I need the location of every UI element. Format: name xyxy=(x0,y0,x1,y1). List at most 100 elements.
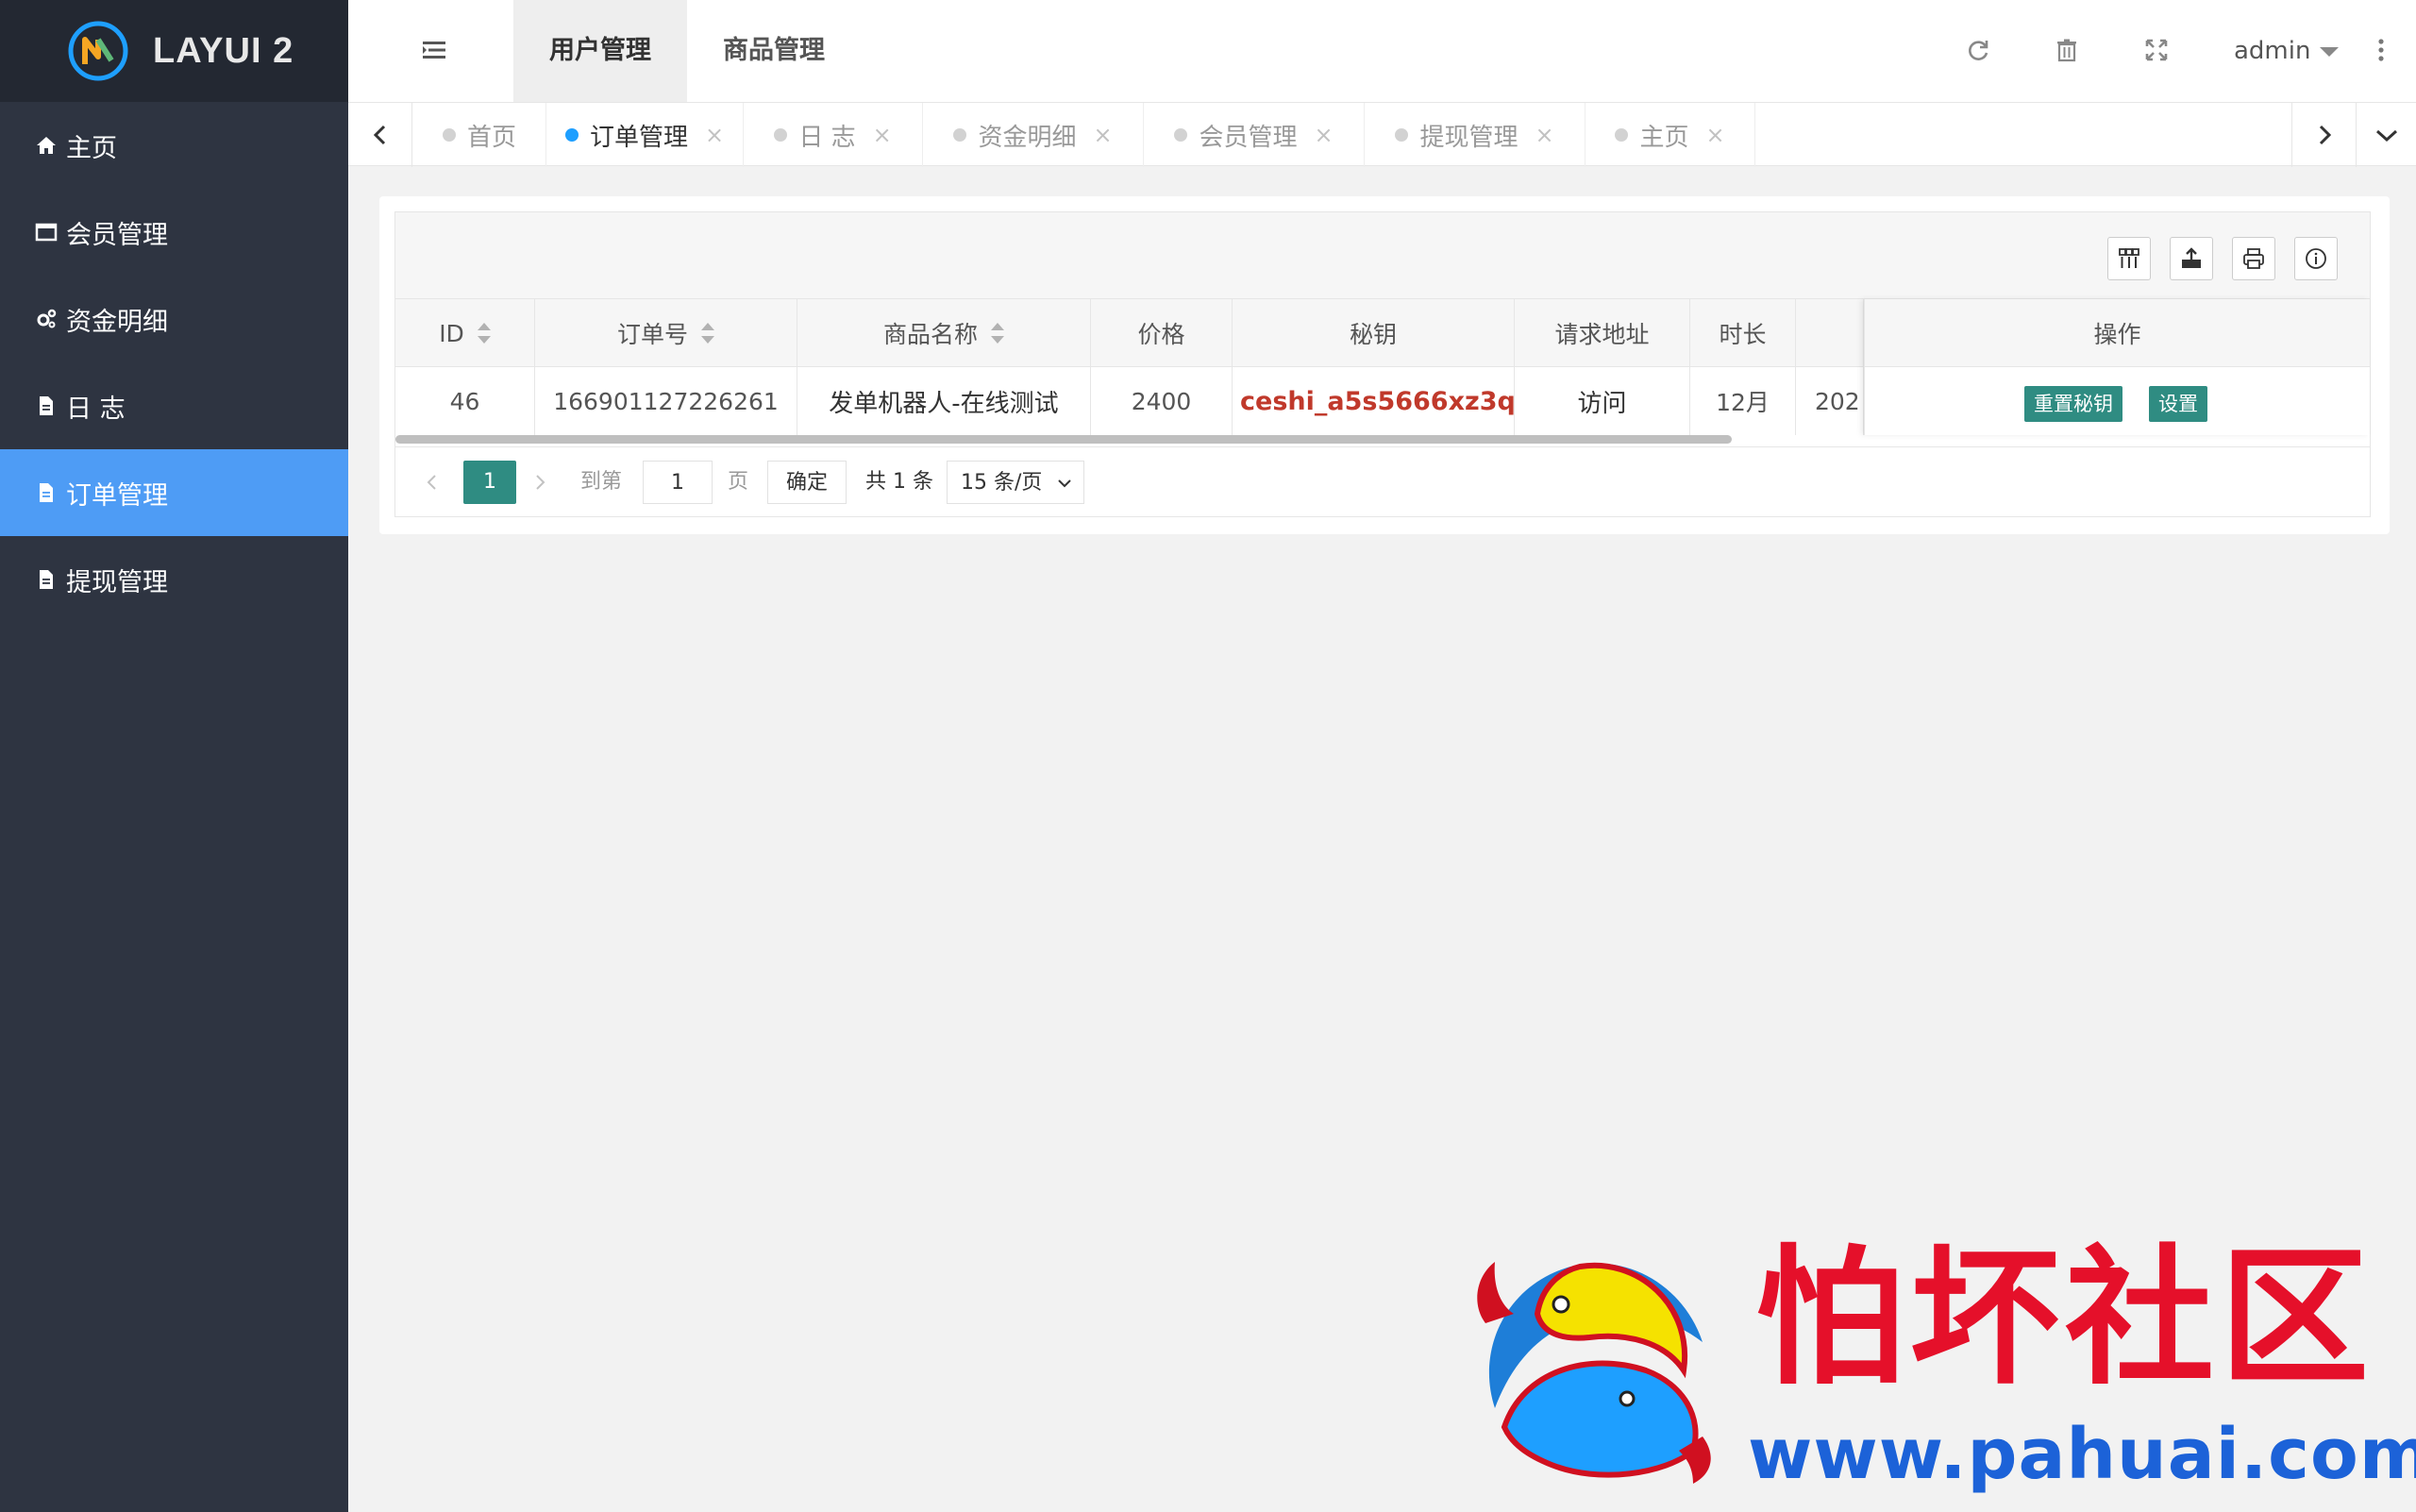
menu-toggle-icon[interactable] xyxy=(420,36,448,64)
sidebar-item-label: 资金明细 xyxy=(66,307,168,337)
page-tab-orders[interactable]: 订单管理 × xyxy=(546,103,744,167)
page-size-select[interactable]: 15 条/页 xyxy=(947,461,1084,504)
file-icon xyxy=(34,567,59,592)
file-icon xyxy=(34,480,59,505)
col-created xyxy=(1796,299,1864,367)
col-duration: 时长 xyxy=(1690,299,1796,367)
tab-user-management[interactable]: 用户管理 xyxy=(513,0,687,102)
page-tab-members[interactable]: 会员管理 × xyxy=(1144,103,1365,167)
data-table: ID 订单号 商品名称 价格 秘钥 请求地址 时长 46 16690112722… xyxy=(394,211,2371,517)
col-id[interactable]: ID xyxy=(395,299,535,367)
trash-icon[interactable] xyxy=(2053,36,2081,64)
close-icon[interactable]: × xyxy=(873,122,892,148)
tabs-scroll-right[interactable] xyxy=(2291,103,2356,167)
col-price: 价格 xyxy=(1091,299,1233,367)
page-tab-label: 资金明细 xyxy=(978,123,1077,152)
page-tab-home[interactable]: 首页 xyxy=(413,103,546,167)
reset-secret-button[interactable]: 重置秘钥 xyxy=(2024,386,2122,422)
col-order-no[interactable]: 订单号 xyxy=(535,299,797,367)
cell-secret: ceshi_a5s5666xz3q... xyxy=(1233,367,1515,435)
fixed-action-column: 操作 重置秘钥 设置 xyxy=(1864,299,2370,435)
sort-icon[interactable] xyxy=(701,323,714,344)
page-tab-label: 提现管理 xyxy=(1419,123,1518,152)
sidebar-item-label: 日 志 xyxy=(66,394,126,424)
close-icon[interactable]: × xyxy=(1705,122,1724,148)
sidebar-item-orders[interactable]: 订单管理 xyxy=(0,449,348,536)
export-icon[interactable] xyxy=(2170,237,2213,280)
sidebar-item-members[interactable]: 会员管理 xyxy=(0,189,348,276)
columns-icon[interactable] xyxy=(2107,237,2151,280)
page-tab-main[interactable]: 主页 × xyxy=(1586,103,1755,167)
watermark-title: 怕坏社区 xyxy=(1755,1231,2374,1405)
tab-dot xyxy=(1174,128,1188,142)
more-icon[interactable] xyxy=(2374,36,2389,64)
content-card: ID 订单号 商品名称 价格 秘钥 请求地址 时长 46 16690112722… xyxy=(379,196,2390,534)
cell-product: 发单机器人-在线测试 xyxy=(797,367,1091,435)
sort-icon[interactable] xyxy=(991,323,1004,344)
sidebar-item-withdraw[interactable]: 提现管理 xyxy=(0,536,348,623)
refresh-icon[interactable] xyxy=(1964,36,1992,64)
tabs-scroll-left[interactable] xyxy=(348,103,412,167)
gears-icon xyxy=(34,307,59,331)
col-secret: 秘钥 xyxy=(1233,299,1515,367)
tab-dot xyxy=(1395,128,1409,142)
fullscreen-icon[interactable] xyxy=(2142,36,2171,64)
page-number-current[interactable]: 1 xyxy=(463,461,516,504)
info-icon[interactable] xyxy=(2294,237,2338,280)
sidebar-item-label: 主页 xyxy=(66,133,117,163)
next-page-button[interactable] xyxy=(526,461,554,504)
chevron-down-icon xyxy=(2375,129,2397,143)
page-tab-funds[interactable]: 资金明细 × xyxy=(923,103,1144,167)
chevron-left-icon xyxy=(427,475,436,490)
sidebar-item-funds[interactable]: 资金明细 xyxy=(0,276,348,362)
tab-product-management[interactable]: 商品管理 xyxy=(687,0,861,102)
col-product[interactable]: 商品名称 xyxy=(797,299,1091,367)
page-tab-label: 日 志 xyxy=(798,123,856,152)
cell-order-no: 166901127226261 xyxy=(535,367,797,435)
tab-dot xyxy=(1615,128,1629,142)
user-menu[interactable]: admin xyxy=(2234,0,2340,102)
tab-dot xyxy=(953,128,967,142)
sidebar-item-label: 会员管理 xyxy=(66,220,168,250)
sidebar-item-home[interactable]: 主页 xyxy=(0,102,348,189)
chevron-right-icon xyxy=(536,475,545,490)
page-tab-label: 会员管理 xyxy=(1199,123,1298,152)
page-tab-logs[interactable]: 日 志 × xyxy=(744,103,923,167)
page-unit-label: 页 xyxy=(728,470,749,494)
sort-icon[interactable] xyxy=(477,323,491,344)
username: admin xyxy=(2234,37,2311,65)
chevron-down-icon xyxy=(2320,46,2340,57)
sidebar: LAYUI 2 主页 会员管理 资金明细 日 志 订单管理 提现管理 xyxy=(0,0,348,1512)
cell-price: 2400 xyxy=(1091,367,1233,435)
tab-dot xyxy=(774,128,788,142)
table-toolbar xyxy=(395,212,2370,299)
sidebar-item-label: 订单管理 xyxy=(66,480,168,511)
window-icon xyxy=(34,220,59,244)
pagination: 1 到第 1 页 确定 共 1 条 15 条/页 xyxy=(395,446,2370,516)
prev-page-button[interactable] xyxy=(418,461,446,504)
page-tab-label: 主页 xyxy=(1639,123,1689,152)
print-icon[interactable] xyxy=(2232,237,2275,280)
close-icon[interactable]: × xyxy=(705,122,724,148)
goto-confirm-button[interactable]: 确定 xyxy=(767,461,847,504)
home-icon xyxy=(34,133,59,158)
horizontal-scrollbar[interactable] xyxy=(395,435,1732,444)
brand-name: LAYUI 2 xyxy=(153,30,294,71)
settings-button[interactable]: 设置 xyxy=(2149,386,2207,422)
total-count: 共 1 条 xyxy=(865,470,933,494)
file-icon xyxy=(34,394,59,418)
goto-label: 到第 xyxy=(580,470,623,494)
layui-logo-icon xyxy=(68,21,128,81)
goto-page-input[interactable]: 1 xyxy=(643,461,713,504)
visit-link[interactable]: 访问 xyxy=(1515,367,1690,435)
top-header: 用户管理 商品管理 admin xyxy=(348,0,2416,102)
close-icon[interactable]: × xyxy=(1093,122,1112,148)
page-tab-withdraw[interactable]: 提现管理 × xyxy=(1365,103,1586,167)
sidebar-item-logs[interactable]: 日 志 xyxy=(0,362,348,449)
close-icon[interactable]: × xyxy=(1535,122,1553,148)
close-icon[interactable]: × xyxy=(1314,122,1333,148)
logo[interactable]: LAYUI 2 xyxy=(0,0,348,102)
watermark-fish-logo xyxy=(1477,1262,1711,1484)
cell-id: 46 xyxy=(395,367,535,435)
tabs-menu[interactable] xyxy=(2356,103,2416,167)
